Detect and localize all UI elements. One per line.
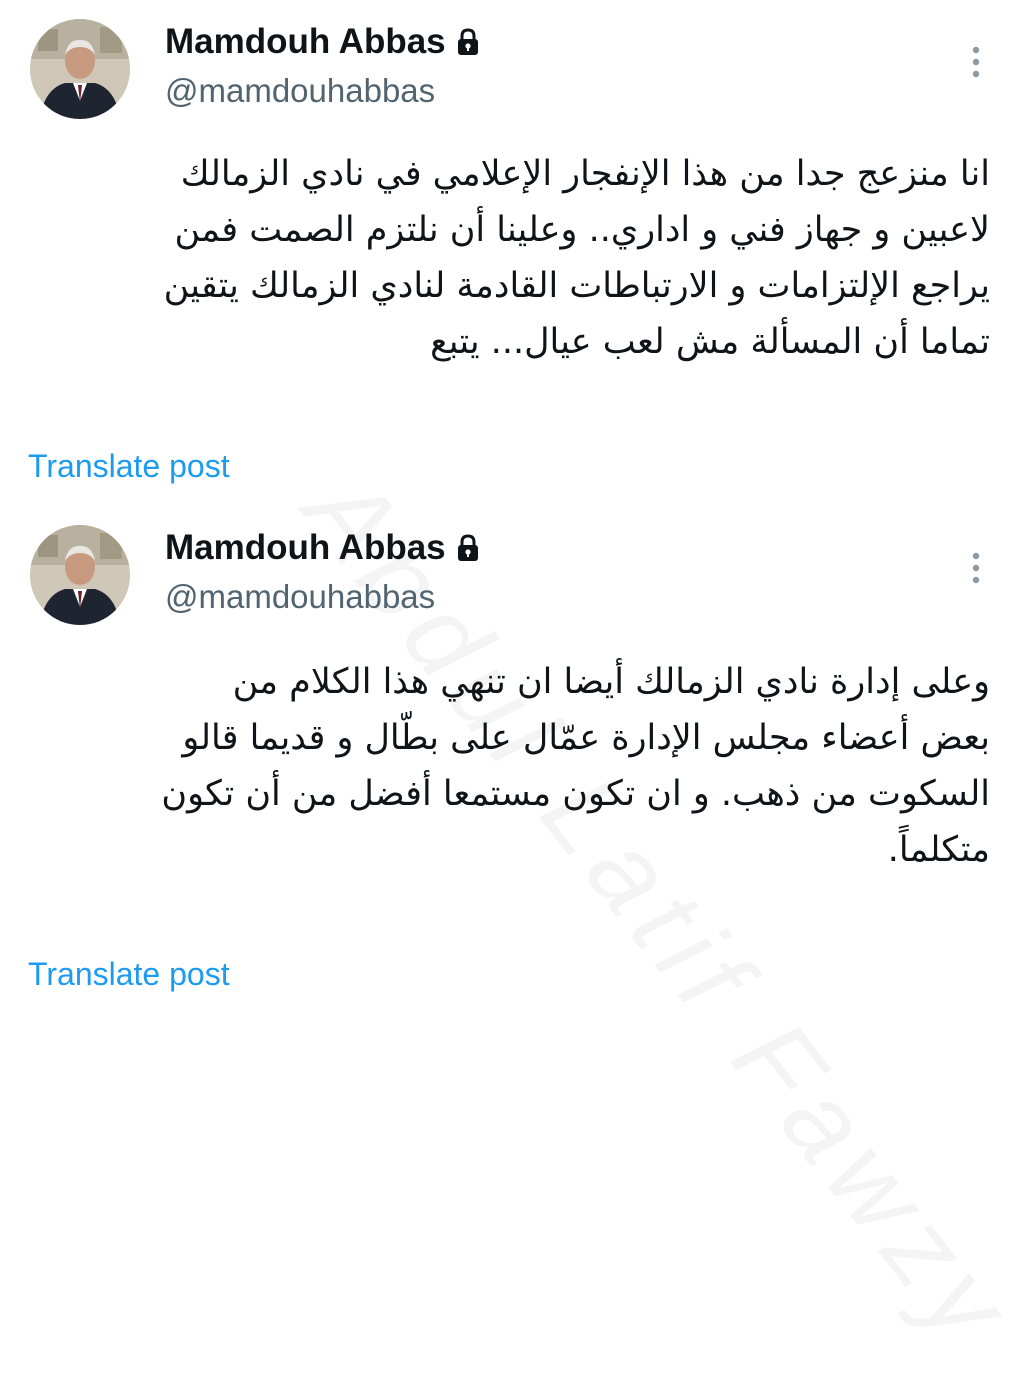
author-handle[interactable]: @mamdouhabbas: [165, 72, 435, 110]
avatar[interactable]: [30, 525, 130, 625]
tweet-1[interactable]: Mamdouh Abbas @mamdouhabbas انا منزعج جد…: [0, 0, 1024, 506]
tweet-text-line: وعلى إدارة نادي الزمالك أيضا ان تنهي هذا…: [232, 662, 990, 702]
lock-icon: [456, 28, 480, 56]
tweet-text-line: لاعبين و جهاز فني و اداري.. وعلينا أن نل…: [174, 210, 990, 250]
translate-post-link[interactable]: Translate post: [28, 956, 230, 993]
tweet-text-line: يراجع الإلتزامات و الارتباطات القادمة لن…: [163, 266, 990, 306]
tweet-text: انا منزعج جدا من هذا الإنفجار الإعلامي ف…: [30, 146, 990, 370]
author-handle[interactable]: @mamdouhabbas: [165, 578, 435, 616]
translate-post-link[interactable]: Translate post: [28, 448, 230, 485]
author-row: Mamdouh Abbas: [165, 528, 480, 568]
more-vertical-icon[interactable]: [958, 546, 994, 590]
tweet-text-line: تماما أن المسألة مش لعب عيال... يتبع: [430, 322, 990, 362]
lock-icon: [456, 534, 480, 562]
tweet-text-line: السكوت من ذهب. و ان تكون مستمعا أفضل من …: [161, 774, 990, 814]
tweet-text-line: انا منزعج جدا من هذا الإنفجار الإعلامي ف…: [180, 154, 990, 194]
avatar[interactable]: [30, 19, 130, 119]
more-vertical-icon[interactable]: [958, 40, 994, 84]
author-row: Mamdouh Abbas: [165, 22, 480, 62]
tweet-text-line: متكلماً.: [887, 830, 990, 870]
author-name[interactable]: Mamdouh Abbas: [165, 528, 446, 568]
tweet-text-line: بعض أعضاء مجلس الإدارة عمّال على بطّال و…: [182, 718, 990, 758]
author-name[interactable]: Mamdouh Abbas: [165, 22, 446, 62]
tweet-text: وعلى إدارة نادي الزمالك أيضا ان تنهي هذا…: [30, 654, 990, 878]
tweet-2[interactable]: Mamdouh Abbas @mamdouhabbas وعلى إدارة ن…: [0, 506, 1024, 1024]
